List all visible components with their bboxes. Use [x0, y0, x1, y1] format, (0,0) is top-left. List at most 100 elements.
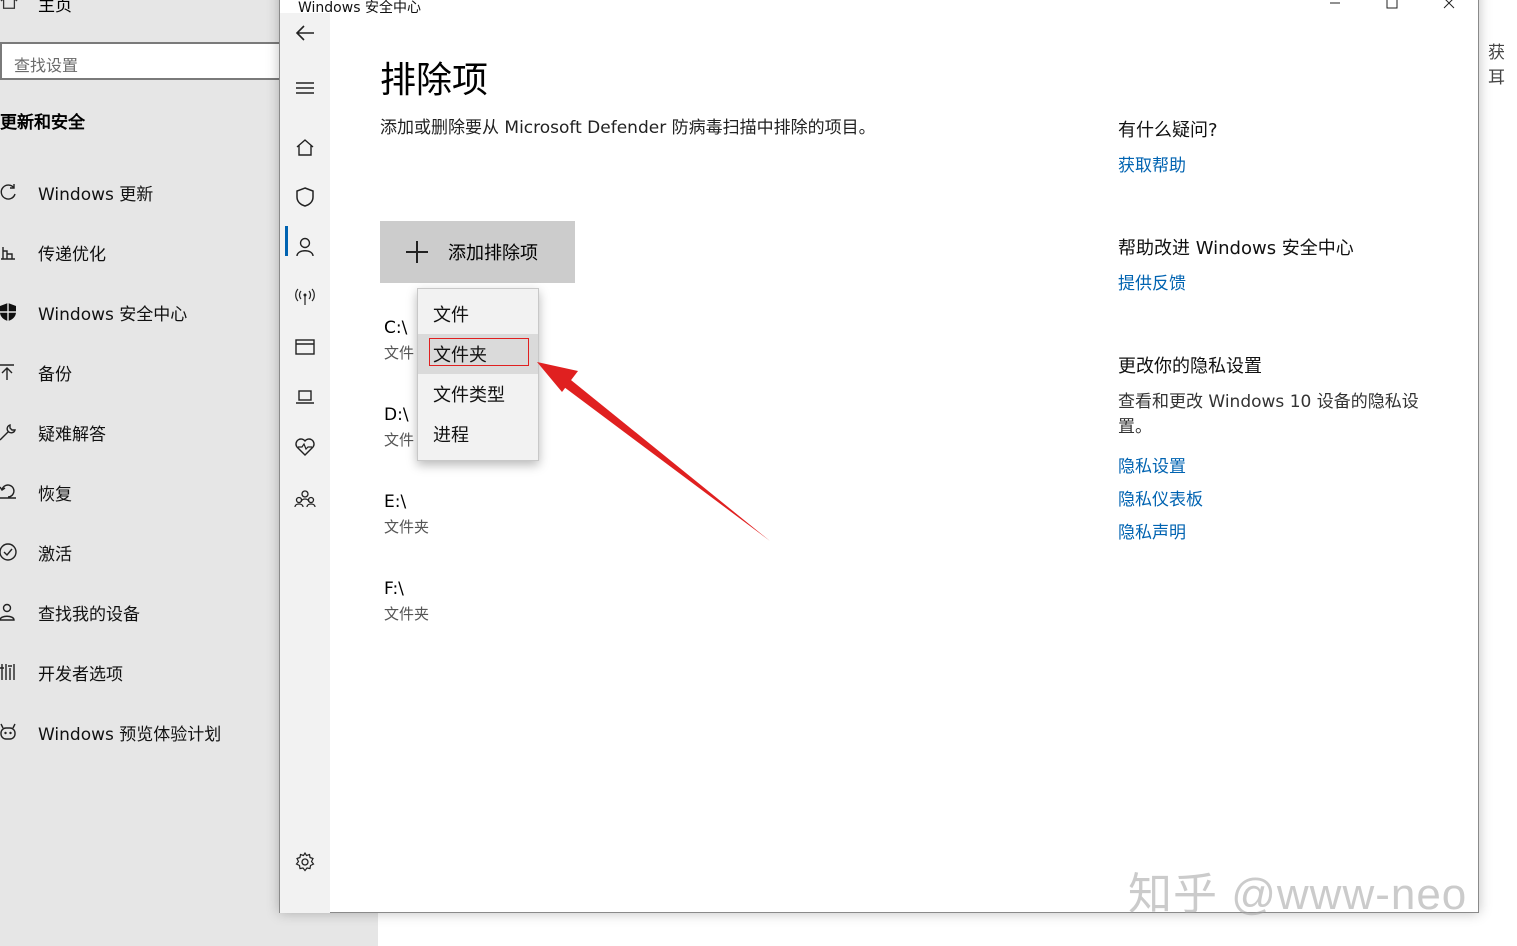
nav-item-find-my-device[interactable]: 查找我的设备	[0, 597, 280, 627]
shield-icon	[0, 297, 38, 327]
question-heading: 有什么疑问?	[1118, 120, 1218, 141]
security-nav-rail	[280, 13, 330, 913]
maximize-button[interactable]	[1369, 0, 1415, 13]
nav-item-label: 恢复	[38, 484, 72, 505]
delivery-icon	[0, 237, 38, 267]
exclusion-type: 文件夹	[384, 605, 430, 623]
dropdown-item-process[interactable]: 进程	[418, 414, 538, 454]
exclusion-item[interactable]: D:\ 文件	[384, 405, 414, 450]
exclusion-item[interactable]: E:\ 文件夹	[384, 492, 429, 537]
exclusion-path: E:\	[384, 492, 407, 512]
privacy-description: 查看和更改 Windows 10 设备的隐私设置。	[1118, 392, 1419, 437]
annotation-highlight-box	[429, 338, 529, 366]
nav-item-label: 激活	[38, 544, 72, 565]
rail-app-browser-button[interactable]	[280, 327, 330, 367]
nav-item-recovery[interactable]: 恢复	[0, 477, 280, 507]
nav-item-troubleshoot[interactable]: 疑难解答	[0, 417, 280, 447]
exclusion-item[interactable]: C:\ 文件	[384, 318, 414, 363]
check-circle-icon	[0, 537, 38, 567]
wireless-antenna-icon	[295, 288, 315, 305]
nav-item-developer-options[interactable]: 开发者选项	[0, 657, 280, 687]
recovery-icon	[0, 477, 38, 507]
back-arrow-icon	[295, 25, 314, 41]
exclusion-type-dropdown: 文件 文件夹 文件类型 进程	[417, 288, 539, 461]
laptop-icon	[296, 390, 314, 404]
nav-item-label: 查找我的设备	[38, 604, 140, 625]
heart-pulse-icon	[295, 438, 315, 456]
maximize-icon	[1386, 0, 1398, 9]
exclusion-path: F:\	[384, 579, 404, 599]
minimize-button[interactable]	[1312, 0, 1358, 13]
title-bar: Windows 安全中心	[280, 0, 1478, 16]
rail-firewall-button[interactable]	[280, 277, 330, 317]
close-icon	[1443, 0, 1455, 9]
page-title: 排除项	[380, 60, 489, 101]
rail-family-options-button[interactable]	[280, 479, 330, 519]
nav-item-label: Windows 预览体验计划	[38, 724, 222, 745]
privacy-dashboard-link[interactable]: 隐私仪表板	[1118, 485, 1203, 510]
developer-icon	[0, 657, 38, 687]
refresh-icon	[0, 177, 38, 207]
insider-icon	[0, 717, 38, 747]
dropdown-item-file[interactable]: 文件	[418, 294, 538, 334]
rail-device-security-button[interactable]	[280, 377, 330, 417]
add-exclusion-label: 添加排除项	[448, 243, 538, 263]
minimize-icon	[1330, 2, 1340, 4]
close-button[interactable]	[1426, 0, 1472, 13]
nav-item-windows-update[interactable]: Windows 更新	[0, 177, 280, 207]
privacy-statement-link[interactable]: 隐私声明	[1118, 518, 1186, 543]
search-placeholder: 查找设置	[14, 56, 79, 75]
exclusion-type: 文件	[384, 431, 415, 449]
get-help-peek-text: 获耳	[1488, 43, 1505, 88]
exclusion-item[interactable]: F:\ 文件夹	[384, 579, 429, 624]
rail-virus-protection-button[interactable]	[280, 177, 330, 217]
nav-item-label: 传递优化	[38, 244, 106, 265]
exclusion-type: 文件	[384, 344, 415, 362]
shield-icon	[296, 187, 314, 207]
back-button[interactable]	[280, 13, 330, 53]
nav-item-label: 备份	[38, 364, 72, 385]
add-exclusion-button[interactable]: 添加排除项	[380, 221, 575, 283]
backup-arrow-icon	[0, 357, 38, 387]
hamburger-menu-icon	[296, 82, 314, 94]
watermark: 知乎 @www-neo	[1128, 870, 1468, 919]
gear-icon	[295, 851, 315, 872]
section-title: 更新和安全	[0, 113, 85, 133]
home-label: 主页	[38, 0, 72, 16]
improve-heading: 帮助改进 Windows 安全中心	[1118, 238, 1354, 259]
exclusion-type: 文件夹	[384, 518, 430, 536]
nav-item-windows-insider[interactable]: Windows 预览体验计划	[0, 717, 280, 747]
privacy-heading: 更改你的隐私设置	[1118, 356, 1262, 377]
menu-button[interactable]	[280, 68, 330, 108]
family-icon	[294, 490, 316, 508]
nav-item-label: 开发者选项	[38, 664, 123, 685]
settings-home-item[interactable]: 主页	[0, 0, 72, 16]
person-locate-icon	[0, 597, 38, 627]
home-icon	[296, 139, 314, 156]
exclusion-path: D:\	[384, 405, 409, 425]
nav-item-activation[interactable]: 激活	[0, 537, 280, 567]
nav-item-label: Windows 安全中心	[38, 304, 188, 325]
rail-settings-button[interactable]	[280, 842, 330, 882]
get-help-link[interactable]: 获取帮助	[1118, 151, 1186, 176]
nav-item-label: 疑难解答	[38, 424, 106, 445]
home-icon	[0, 0, 38, 15]
rail-home-button[interactable]	[280, 127, 330, 167]
nav-item-windows-security[interactable]: Windows 安全中心	[0, 297, 280, 327]
nav-item-label: Windows 更新	[38, 184, 154, 205]
windows-security-window: Windows 安全中心 排除项 添加或删除要从 Microsoft Defen…	[279, 0, 1479, 913]
plus-icon	[404, 239, 430, 265]
privacy-settings-link[interactable]: 隐私设置	[1118, 452, 1186, 477]
rail-device-health-button[interactable]	[280, 427, 330, 467]
nav-item-delivery-optimization[interactable]: 传递优化	[0, 237, 280, 267]
nav-item-backup[interactable]: 备份	[0, 357, 280, 387]
rail-account-button[interactable]	[280, 227, 330, 267]
exclusion-path: C:\	[384, 318, 408, 338]
feedback-link[interactable]: 提供反馈	[1118, 269, 1186, 294]
person-icon	[296, 237, 314, 257]
page-description: 添加或删除要从 Microsoft Defender 防病毒扫描中排除的项目。	[380, 118, 876, 138]
browser-window-icon	[295, 339, 315, 355]
wrench-icon	[0, 417, 38, 447]
dropdown-item-file-type[interactable]: 文件类型	[418, 374, 538, 414]
settings-search-input[interactable]: 查找设置	[0, 42, 282, 80]
